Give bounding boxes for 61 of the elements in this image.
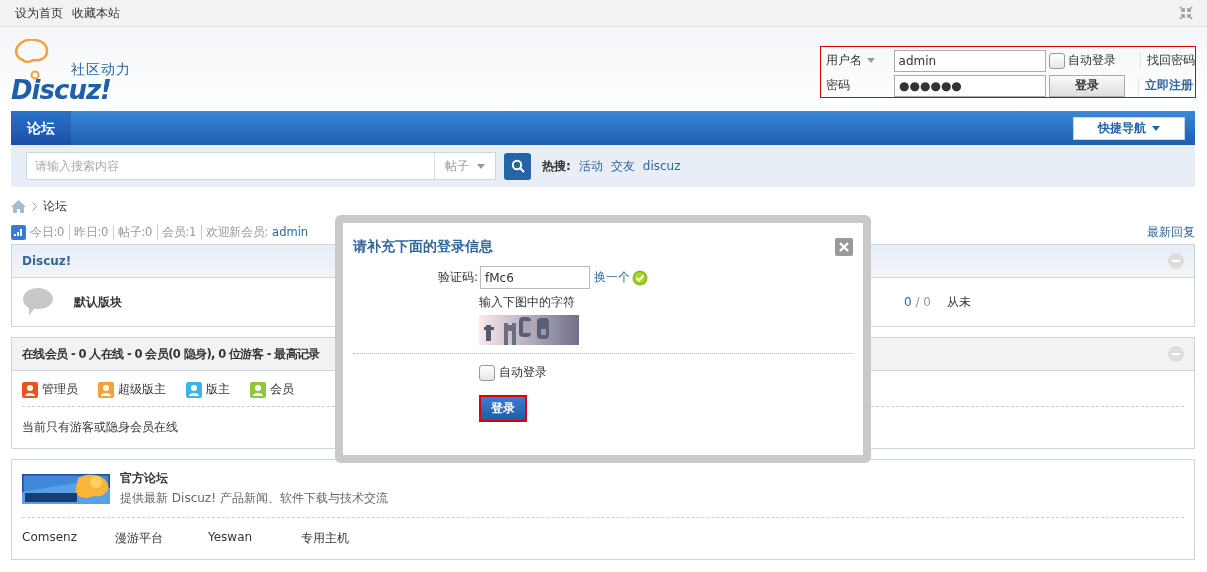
dialog-title: 请补充下面的登录信息 — [353, 237, 493, 256]
thread-count: 0 — [904, 295, 912, 309]
auto-login-label: 自动登录 — [499, 364, 547, 381]
new-member-label: 欢迎新会员: — [206, 224, 269, 240]
captcha-field[interactable]: fMc6 — [480, 266, 590, 289]
caret-icon — [867, 58, 875, 63]
stat-text: 昨日:0 — [74, 224, 114, 240]
breadcrumb-link[interactable]: 论坛 — [43, 197, 67, 215]
legend-label: 版主 — [206, 381, 230, 398]
hot-search-link[interactable]: 活动 — [578, 157, 603, 175]
new-member-link[interactable]: admin — [272, 225, 309, 239]
search-icon — [510, 159, 525, 173]
close-icon — [839, 241, 849, 252]
captcha-hint: 输入下图中的字符 — [479, 294, 576, 311]
auto-login-checkbox[interactable] — [1048, 52, 1065, 69]
hot-search-label: 热搜: — [542, 157, 571, 175]
quick-nav-button[interactable]: 快捷导航 — [1073, 116, 1185, 140]
latest-reply-link[interactable]: 最新回复 — [1147, 224, 1195, 240]
last-post: 从未 — [947, 293, 971, 311]
friend-link[interactable]: Yeswan — [208, 530, 301, 547]
auto-login-label: 自动登录 — [1067, 52, 1116, 69]
online-note: 当前只有游客或隐身会员在线 — [22, 420, 178, 434]
stat-text: 会员:1 — [162, 224, 202, 240]
password-field[interactable]: ●●●●●● — [894, 74, 1046, 97]
submit-button[interactable]: 登录 — [479, 395, 527, 422]
caret-icon — [477, 163, 485, 169]
site-description: 提供最新 Discuz! 产品新闻、软件下载与技术交流 — [120, 490, 388, 507]
auto-login-checkbox[interactable] — [479, 364, 495, 381]
collapse-icon[interactable] — [1179, 6, 1193, 20]
captcha-label: 验证码: — [436, 269, 478, 286]
username-label[interactable]: 用户名 — [826, 52, 894, 69]
chevron-icon — [32, 201, 37, 211]
stats-chart-icon — [11, 224, 26, 240]
username-field[interactable]: admin — [893, 49, 1046, 72]
nav-tab[interactable]: 论坛 — [11, 111, 71, 145]
post-count: / 0 — [915, 295, 931, 309]
speech-bubble-icon — [22, 287, 54, 317]
stat-text: 今日:0 — [30, 224, 70, 240]
home-icon[interactable] — [11, 199, 26, 213]
legend-label: 超级版主 — [118, 381, 166, 398]
hot-search-link[interactable]: 交友 — [610, 157, 635, 175]
category-title[interactable]: Discuz! — [22, 254, 72, 268]
close-button[interactable] — [835, 237, 853, 256]
friend-link[interactable]: 专用主机 — [301, 530, 394, 547]
legend-label: 管理员 — [42, 381, 78, 398]
stat-text: 帖子:0 — [118, 224, 158, 240]
top-link[interactable]: 收藏本站 — [72, 4, 120, 22]
online-title: 在线会员 - 0 人在线 - 0 会员(0 隐身), 0 位游客 - 最高记录 — [22, 346, 320, 362]
login-button[interactable]: 登录 — [1049, 74, 1125, 97]
top-link[interactable]: 设为首页 — [15, 4, 63, 22]
password-label: 密码 — [826, 77, 851, 94]
hot-search-link[interactable]: discuz — [642, 159, 681, 173]
friend-link[interactable]: Comsenz — [22, 530, 115, 547]
site-title[interactable]: 官方论坛 — [120, 470, 388, 487]
search-button[interactable] — [504, 152, 531, 180]
friend-link[interactable]: 漫游平台 — [115, 530, 208, 547]
legend-label: 会员 — [270, 381, 294, 398]
caret-icon — [1152, 125, 1160, 131]
forgot-password-link[interactable]: 找回密码 — [1140, 52, 1195, 69]
register-link[interactable]: 立即注册 — [1138, 77, 1193, 94]
refresh-captcha-link[interactable]: 换一个 — [594, 269, 630, 286]
